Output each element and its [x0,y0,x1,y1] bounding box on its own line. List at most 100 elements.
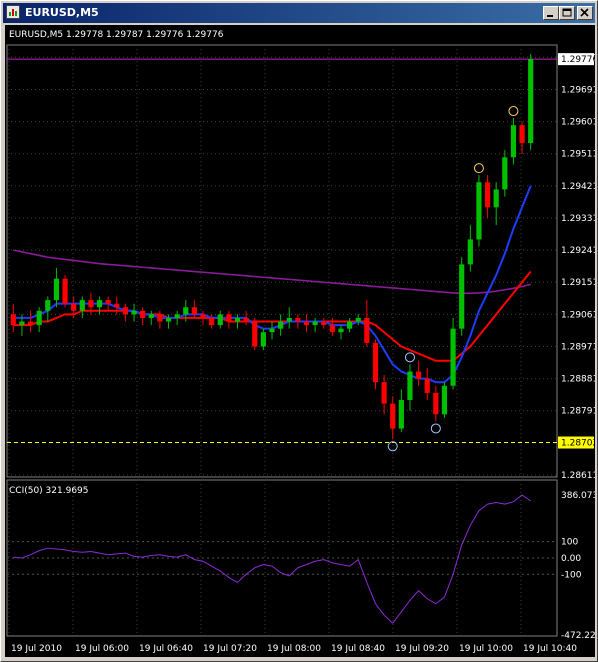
candle-body [321,321,327,326]
candle [140,307,146,326]
candle [321,317,327,329]
price-label: 1.29511 [561,150,595,160]
candle-body [381,382,387,404]
candle [36,307,42,333]
time-label: 19 Jul 2010 [11,644,62,654]
fractal-marker [473,163,484,174]
cci-axis-label: 0.00 [561,554,581,564]
candle-body [364,317,370,343]
candle [519,121,525,154]
time-label: 19 Jul 06:00 [75,644,129,654]
candle [174,310,180,326]
candle [217,310,223,329]
time-label: 19 Jul 06:40 [139,644,193,654]
candle [234,314,241,329]
candle [441,382,448,418]
candle-body [467,239,473,265]
candle-body [347,321,353,329]
candle-body [131,310,137,315]
time-label: 19 Jul 10:40 [523,644,577,654]
candle-body [174,314,180,318]
bid-price-label: 1.29776 [561,55,595,65]
candle [278,314,284,336]
candle [62,275,68,308]
price-label: 1.29241 [561,246,595,256]
price-label: 1.28611 [561,471,595,481]
time-label: 19 Jul 08:00 [267,644,321,654]
candle [502,150,508,197]
candle-body [45,300,51,311]
time-label: 19 Jul 10:00 [459,644,513,654]
candle [450,317,456,390]
window-title: EURUSD,M5 [25,6,99,19]
candle-body [165,317,172,322]
candle [398,389,404,433]
candle-body [19,321,25,326]
minimize-button[interactable] [543,6,559,20]
candle-body [398,400,404,429]
candle [226,310,232,329]
chart-window: EURUSD,M5 19 Jul 2010 19 Jul 06:00 19 Jul … [0,0,598,662]
candle-body [157,314,163,322]
candle-body [217,314,223,326]
price-label: 1.29331 [561,214,595,224]
chart-area[interactable]: 19 Jul 2010 19 Jul 06:00 19 Jul 06:40 19 Ju… [5,25,598,657]
candle-body [407,371,413,401]
candle-body [71,303,77,311]
candle [45,296,51,322]
cci-axis-label: 386.0737 [561,491,595,501]
axis-labels: 19 Jul 2010 19 Jul 06:00 19 Jul 06:40 19 Ju… [11,53,598,654]
candle [260,328,266,351]
fractal-marker [430,423,441,434]
candle [286,307,292,329]
candle-body [295,317,301,322]
candle-body [390,403,396,429]
chart-canvas[interactable]: 19 Jul 2010 19 Jul 06:00 19 Jul 06:40 19 Ju… [5,25,598,657]
cci-panel-header: CCI(50) 321.9695 [9,486,89,496]
candle [433,385,439,422]
alert-price-label: 1.28702 [561,439,595,449]
candle-body [62,278,68,304]
fractal-marker [508,106,519,117]
candle-body [278,321,284,329]
price-label: 1.29061 [561,310,595,320]
candle [252,317,258,351]
main-panel-frame [6,44,558,478]
close-button[interactable] [577,6,593,20]
candle [338,325,344,340]
candle-body [148,314,154,318]
candle [10,303,16,333]
time-label: 19 Jul 08:40 [331,644,385,654]
candle [476,175,482,247]
minimize-icon [547,15,553,17]
chart-window-icon [6,5,20,19]
candle-body [114,303,120,308]
candle-body [209,317,215,326]
candle-body [200,314,206,318]
candle [148,310,154,326]
cci-grid [7,480,557,636]
candle-body [252,321,258,347]
candle-body [519,125,525,144]
candle-body [484,182,491,208]
candle [484,175,491,218]
cci-axis-label: -100 [561,570,582,580]
candle-body [502,157,508,190]
close-icon [580,8,589,17]
candle [312,317,318,333]
cci-line [13,494,531,624]
candle [407,364,413,411]
price-label: 1.28881 [561,375,595,385]
title-bar[interactable]: EURUSD,M5 [3,3,595,23]
time-label: 19 Jul 09:20 [395,644,449,654]
main-grid [7,45,557,477]
candle [390,396,396,440]
candle [493,182,499,226]
candle-body [260,332,266,347]
candle-body [312,321,318,326]
candle-body [450,328,456,386]
price-label: 1.29421 [561,182,595,192]
maximize-button[interactable] [559,6,575,20]
candle-body [372,342,379,383]
candle-body [433,392,439,415]
